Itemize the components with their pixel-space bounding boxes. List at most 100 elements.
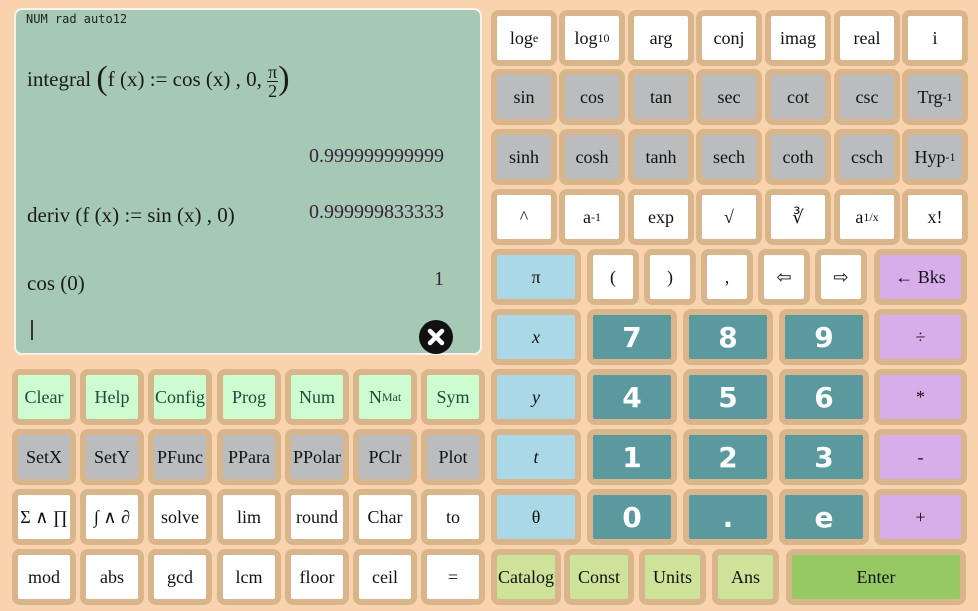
key-arg[interactable]: arg bbox=[628, 10, 694, 66]
key-cot[interactable]: cot bbox=[765, 69, 831, 125]
key-solve[interactable]: solve bbox=[148, 489, 212, 545]
key-sec[interactable]: sec bbox=[696, 69, 762, 125]
key-tan[interactable]: tan bbox=[628, 69, 694, 125]
key-ppara[interactable]: PPara bbox=[217, 429, 281, 485]
key-cursor-left[interactable]: ⇦ bbox=[758, 249, 810, 305]
key-trig-inverse[interactable]: Trg -1 bbox=[902, 69, 968, 125]
key-tanh[interactable]: tanh bbox=[628, 129, 694, 185]
key-var-theta[interactable]: θ bbox=[491, 489, 581, 545]
key-conj[interactable]: conj bbox=[696, 10, 762, 66]
history-expression[interactable]: deriv (f (x) := sin (x) , 0) bbox=[27, 203, 235, 228]
key-decimal-point[interactable]: . bbox=[683, 489, 773, 545]
clear-input-button[interactable] bbox=[419, 320, 453, 354]
key-reciprocal[interactable]: a -1 bbox=[559, 189, 625, 245]
key-to[interactable]: to bbox=[421, 489, 485, 545]
key-cursor-right[interactable]: ⇨ bbox=[815, 249, 867, 305]
key-ppolar[interactable]: PPolar bbox=[285, 429, 349, 485]
key-sqrt[interactable]: √ bbox=[696, 189, 762, 245]
key-power[interactable]: ^ bbox=[491, 189, 557, 245]
key-var-y[interactable]: y bbox=[491, 369, 581, 425]
key-digit-9[interactable]: 9 bbox=[779, 309, 869, 365]
history-expression[interactable]: cos (0) bbox=[27, 271, 85, 296]
key-floor[interactable]: floor bbox=[285, 549, 349, 605]
key-pclr[interactable]: PClr bbox=[353, 429, 417, 485]
key-csch[interactable]: csch bbox=[834, 129, 900, 185]
key-sin[interactable]: sin bbox=[491, 69, 557, 125]
history-result[interactable]: 0.999999833333 bbox=[309, 201, 444, 224]
key-num[interactable]: Num bbox=[285, 369, 349, 425]
key-const[interactable]: Const bbox=[564, 549, 634, 605]
key-ceil[interactable]: ceil bbox=[353, 549, 417, 605]
key-help[interactable]: Help bbox=[80, 369, 144, 425]
key-sum-product[interactable]: Σ ∧ ∏ bbox=[12, 489, 76, 545]
key-mod[interactable]: mod bbox=[12, 549, 76, 605]
key-equals[interactable]: = bbox=[421, 549, 485, 605]
key-plot[interactable]: Plot bbox=[421, 429, 485, 485]
key-clear[interactable]: Clear bbox=[12, 369, 76, 425]
key-left-paren[interactable]: ( bbox=[587, 249, 639, 305]
history-expression[interactable]: integral (f (x) := cos (x) , 0, π 2) bbox=[27, 60, 290, 100]
history-result[interactable]: 1 bbox=[434, 268, 444, 291]
key-subscript: 10 bbox=[597, 30, 610, 45]
key-digit-7[interactable]: 7 bbox=[587, 309, 677, 365]
key-imag[interactable]: imag bbox=[765, 10, 831, 66]
key-digit-0[interactable]: 0 bbox=[587, 489, 677, 545]
key-digit-6[interactable]: 6 bbox=[779, 369, 869, 425]
key-exponent-e[interactable]: e bbox=[779, 489, 869, 545]
key-char[interactable]: Char bbox=[353, 489, 417, 545]
key-integral-derivative[interactable]: ∫ ∧ ∂ bbox=[80, 489, 144, 545]
key-sym[interactable]: Sym bbox=[421, 369, 485, 425]
key-cos[interactable]: cos bbox=[559, 69, 625, 125]
input-cursor[interactable] bbox=[31, 320, 33, 340]
key-var-t[interactable]: t bbox=[491, 429, 581, 485]
key-lim[interactable]: lim bbox=[217, 489, 281, 545]
key-gcd[interactable]: gcd bbox=[148, 549, 212, 605]
key-pi[interactable]: π bbox=[491, 249, 581, 305]
key-cbrt[interactable]: ∛ bbox=[765, 189, 831, 245]
key-cosh[interactable]: cosh bbox=[559, 129, 625, 185]
key-setx[interactable]: SetX bbox=[12, 429, 76, 485]
key-label: t bbox=[533, 446, 539, 467]
key-config[interactable]: Config bbox=[148, 369, 212, 425]
key-digit-5[interactable]: 5 bbox=[683, 369, 773, 425]
key-comma[interactable]: , bbox=[701, 249, 753, 305]
key-pfunc[interactable]: PFunc bbox=[148, 429, 212, 485]
key-log10[interactable]: log 10 bbox=[559, 10, 625, 66]
key-abs[interactable]: abs bbox=[80, 549, 144, 605]
key-backspace[interactable]: ← Bks bbox=[874, 249, 967, 305]
key-csc[interactable]: csc bbox=[834, 69, 900, 125]
key-label: exp bbox=[648, 206, 674, 227]
key-prog[interactable]: Prog bbox=[217, 369, 281, 425]
key-var-x[interactable]: x bbox=[491, 309, 581, 365]
key-subtract[interactable]: - bbox=[874, 429, 967, 485]
key-exp[interactable]: exp bbox=[628, 189, 694, 245]
key-sety[interactable]: SetY bbox=[80, 429, 144, 485]
history-result[interactable]: 0.999999999999 bbox=[309, 145, 444, 168]
enter-button[interactable]: Enter bbox=[786, 549, 966, 605]
key-digit-3[interactable]: 3 bbox=[779, 429, 869, 485]
key-sech[interactable]: sech bbox=[696, 129, 762, 185]
key-coth[interactable]: coth bbox=[765, 129, 831, 185]
key-digit-1[interactable]: 1 bbox=[587, 429, 677, 485]
key-digit-4[interactable]: 4 bbox=[587, 369, 677, 425]
key-sinh[interactable]: sinh bbox=[491, 129, 557, 185]
key-catalog[interactable]: Catalog bbox=[491, 549, 561, 605]
key-ans[interactable]: Ans bbox=[712, 549, 779, 605]
key-hyp-inverse[interactable]: Hyp -1 bbox=[902, 129, 968, 185]
key-nth-root[interactable]: a 1/x bbox=[834, 189, 900, 245]
key-divide[interactable]: ÷ bbox=[874, 309, 967, 365]
key-units[interactable]: Units bbox=[639, 549, 706, 605]
key-loge[interactable]: log e bbox=[491, 10, 557, 66]
key-nmat[interactable]: N Mat bbox=[353, 369, 417, 425]
key-factorial[interactable]: x! bbox=[902, 189, 968, 245]
key-i[interactable]: i bbox=[902, 10, 968, 66]
key-right-paren[interactable]: ) bbox=[644, 249, 696, 305]
key-digit-8[interactable]: 8 bbox=[683, 309, 773, 365]
key-label: Sym bbox=[436, 386, 470, 407]
key-add[interactable]: + bbox=[874, 489, 967, 545]
key-real[interactable]: real bbox=[834, 10, 900, 66]
key-round[interactable]: round bbox=[285, 489, 349, 545]
key-lcm[interactable]: lcm bbox=[217, 549, 281, 605]
key-multiply[interactable]: * bbox=[874, 369, 967, 425]
key-digit-2[interactable]: 2 bbox=[683, 429, 773, 485]
